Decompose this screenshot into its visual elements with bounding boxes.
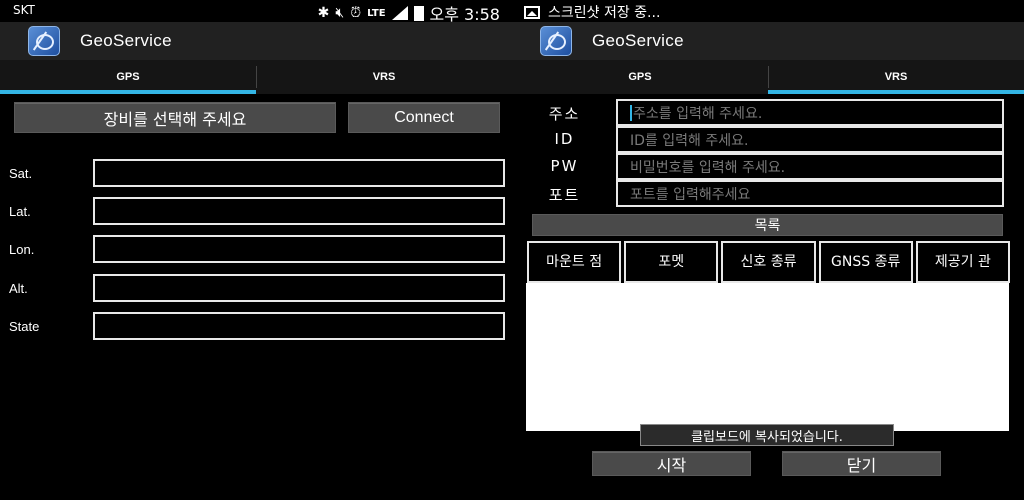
- id-placeholder: ID를 입력해 주세요.: [630, 132, 749, 149]
- bluetooth-icon: ✱: [317, 5, 330, 21]
- list-title: 목록: [532, 214, 1003, 236]
- clipboard-toast: 클립보드에 복사되었습니다.: [640, 424, 894, 446]
- lat-row: Lat.: [0, 197, 512, 225]
- notification-text: 스크린샷 저장 중...: [548, 5, 661, 21]
- id-input[interactable]: ID를 입력해 주세요.: [616, 126, 1004, 153]
- port-input[interactable]: 포트를 입력해주세요: [616, 180, 1004, 207]
- tab-gps[interactable]: GPS: [0, 60, 256, 94]
- status-bar-right: 스크린샷 저장 중...: [512, 0, 1024, 22]
- sat-label: Sat.: [9, 166, 33, 181]
- id-label: ID: [554, 130, 575, 148]
- state-row: State: [0, 312, 512, 340]
- text-cursor: [630, 104, 632, 121]
- lat-field: [93, 197, 505, 225]
- lte-icon: LTE: [367, 7, 386, 19]
- address-input[interactable]: 주소를 입력해 주세요.: [616, 99, 1004, 126]
- vrs-screen: 스크린샷 저장 중... GeoService GPS VRS 주소 주소를 입…: [512, 0, 1024, 500]
- column-signal-type: 신호 종류: [721, 241, 816, 283]
- table-header: 마운트 점 포멧 신호 종류 GNSS 종류 제공기 관: [527, 241, 1011, 283]
- close-button[interactable]: 닫기: [782, 451, 941, 476]
- port-row: 포트 포트를 입력해주세요: [512, 180, 1024, 207]
- lon-label: Lon.: [9, 242, 35, 257]
- app-icon: [28, 26, 60, 56]
- tab-gps[interactable]: GPS: [512, 60, 768, 94]
- status-bar: SKT ✱ 🔇︎ ⏰︎ LTE 오후 3:58: [0, 0, 512, 24]
- sat-row: Sat.: [0, 159, 512, 187]
- app-icon: [540, 26, 572, 56]
- sat-field: [93, 159, 505, 187]
- address-row: 주소 주소를 입력해 주세요.: [512, 99, 1024, 126]
- column-gnss-type: GNSS 종류: [818, 241, 913, 283]
- mute-icon: 🔇︎: [335, 5, 345, 21]
- column-format: 포멧: [624, 241, 719, 283]
- pw-input[interactable]: 비밀번호를 입력해 주세요.: [616, 153, 1004, 180]
- app-title: GeoService: [592, 31, 684, 50]
- tab-bar-right: GPS VRS: [512, 60, 1024, 94]
- mountpoint-list[interactable]: [526, 283, 1009, 431]
- select-device-button[interactable]: 장비를 선택해 주세요: [14, 102, 336, 133]
- app-title: GeoService: [80, 31, 172, 50]
- lon-field: [93, 235, 505, 263]
- column-mountpoint: 마운트 점: [527, 241, 622, 283]
- screenshot-icon: [524, 5, 540, 19]
- pw-placeholder: 비밀번호를 입력해 주세요.: [630, 159, 786, 176]
- alt-label: Alt.: [9, 281, 28, 296]
- alt-row: Alt.: [0, 274, 512, 302]
- port-placeholder: 포트를 입력해주세요: [630, 186, 751, 203]
- alt-field: [93, 274, 505, 302]
- state-field: [93, 312, 505, 340]
- alarm-icon: ⏰︎: [350, 5, 362, 21]
- id-row: ID ID를 입력해 주세요.: [512, 126, 1024, 153]
- pw-label: PW: [550, 157, 579, 175]
- port-label: 포트: [548, 186, 581, 204]
- lat-label: Lat.: [9, 204, 31, 219]
- action-bar-right: GeoService: [512, 22, 1024, 60]
- screenshot-notification: 스크린샷 저장 중...: [524, 2, 660, 22]
- battery-icon: [413, 5, 424, 21]
- pw-row: PW 비밀번호를 입력해 주세요.: [512, 153, 1024, 180]
- carrier-label: SKT: [13, 3, 35, 17]
- address-placeholder: 주소를 입력해 주세요.: [633, 105, 763, 122]
- lon-row: Lon.: [0, 235, 512, 263]
- state-label: State: [9, 319, 40, 334]
- start-button[interactable]: 시작: [592, 451, 751, 476]
- column-provider: 제공기 관: [915, 241, 1011, 283]
- tab-vrs[interactable]: VRS: [256, 60, 512, 94]
- address-label: 주소: [548, 105, 581, 123]
- action-bar: GeoService: [0, 22, 512, 60]
- gps-screen: SKT ✱ 🔇︎ ⏰︎ LTE 오후 3:58 GeoService GPS V…: [0, 0, 512, 500]
- signal-icon: [391, 6, 408, 20]
- tab-bar: GPS VRS: [0, 60, 512, 94]
- tab-vrs[interactable]: VRS: [768, 60, 1024, 94]
- connect-button[interactable]: Connect: [348, 102, 500, 133]
